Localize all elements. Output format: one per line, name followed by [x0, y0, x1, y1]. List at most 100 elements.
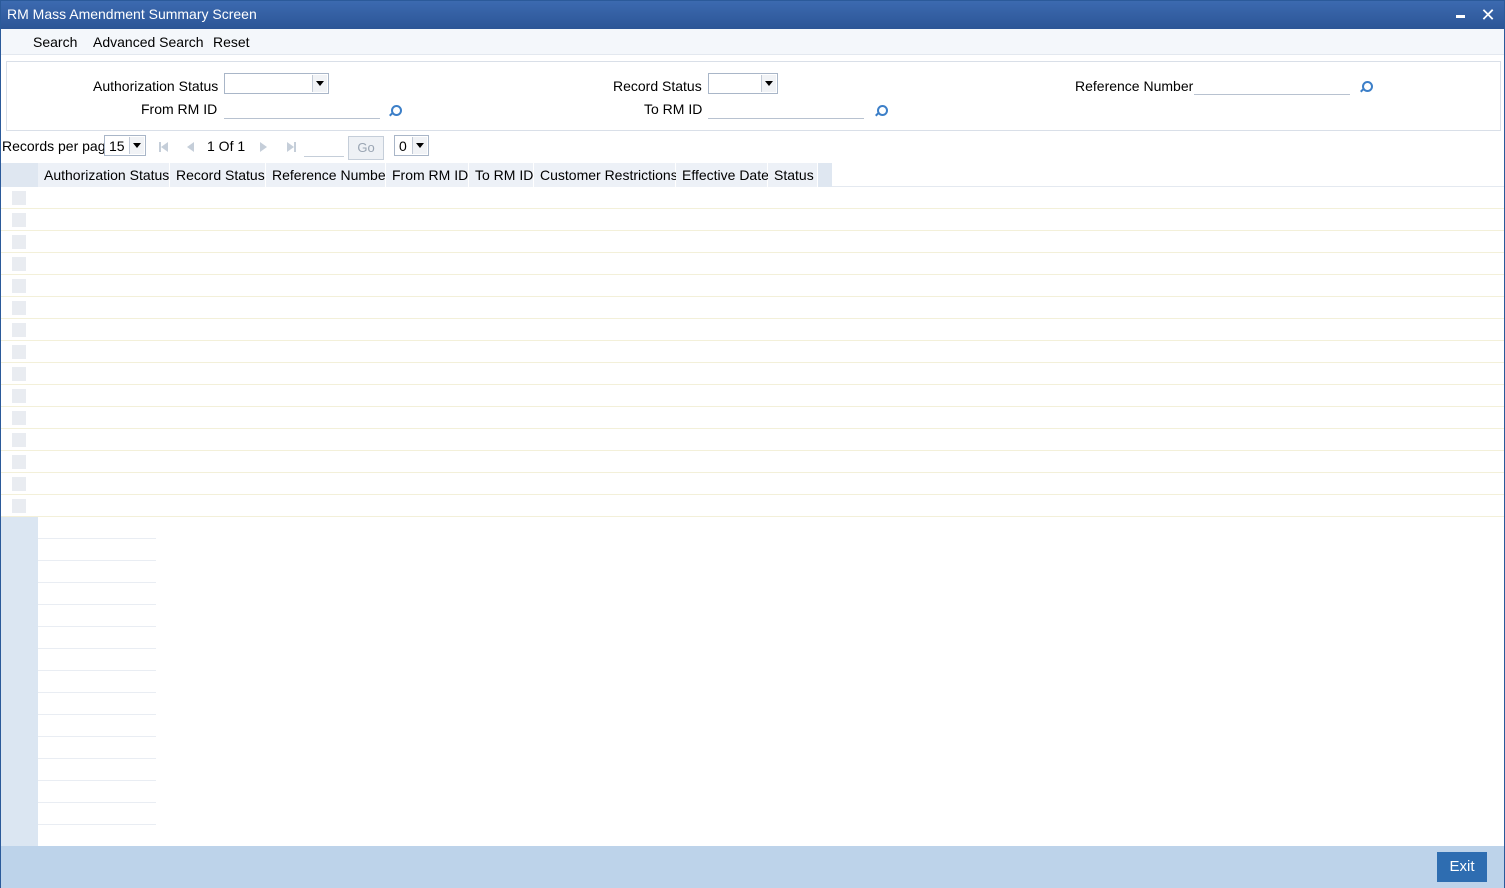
row-checkbox[interactable] [12, 279, 26, 293]
minimize-icon[interactable] [1450, 5, 1470, 25]
filler-row [38, 737, 156, 759]
row-checkbox[interactable] [12, 499, 26, 513]
authorization-status-label: Authorization Status [93, 78, 219, 94]
filler-row [38, 803, 156, 825]
grid-header: Authorization Status Record Status Refer… [1, 163, 1504, 187]
table-row[interactable] [1, 363, 1504, 385]
previous-page-icon[interactable] [184, 141, 196, 153]
to-rm-id-label: To RM ID [644, 101, 703, 117]
menu-bar: Search Advanced Search Reset [1, 29, 1504, 55]
filler-row [38, 539, 156, 561]
record-status-select[interactable] [708, 73, 778, 94]
records-per-page-label: Records per page [2, 138, 114, 154]
filler-row [38, 693, 156, 715]
table-row[interactable] [1, 253, 1504, 275]
row-checkbox[interactable] [12, 367, 26, 381]
page-select[interactable]: 0 [394, 135, 429, 156]
table-row[interactable] [1, 319, 1504, 341]
chevron-down-icon [129, 137, 144, 154]
row-checkbox[interactable] [12, 455, 26, 469]
column-header[interactable]: Status [768, 163, 818, 187]
go-button[interactable]: Go [348, 136, 384, 160]
row-checkbox[interactable] [12, 257, 26, 271]
row-checkbox[interactable] [12, 323, 26, 337]
records-per-page-value: 15 [109, 138, 125, 154]
row-checkbox[interactable] [12, 345, 26, 359]
filler-row [38, 583, 156, 605]
advanced-search-menu-item[interactable]: Advanced Search [93, 34, 204, 50]
column-header[interactable]: Record Status [170, 163, 266, 187]
column-header-end [818, 163, 832, 187]
filler-row [38, 517, 156, 539]
filler-row [38, 781, 156, 803]
row-checkbox[interactable] [12, 389, 26, 403]
select-all-column[interactable] [1, 163, 38, 187]
column-header[interactable]: To RM ID [469, 163, 534, 187]
authorization-status-select[interactable] [224, 73, 329, 94]
row-checkbox[interactable] [12, 477, 26, 491]
table-row[interactable] [1, 231, 1504, 253]
table-row[interactable] [1, 275, 1504, 297]
window-title: RM Mass Amendment Summary Screen [7, 6, 257, 22]
filler-row [38, 759, 156, 781]
filler-row [38, 605, 156, 627]
filler-row [38, 627, 156, 649]
record-status-label: Record Status [613, 78, 702, 94]
column-header[interactable]: From RM ID [386, 163, 469, 187]
from-rm-id-search-icon[interactable] [387, 104, 402, 118]
table-row[interactable] [1, 187, 1504, 209]
pagination-bar: Records per page 15 1 Of 1 Go 0 [1, 133, 1504, 161]
from-rm-id-label: From RM ID [141, 101, 218, 117]
records-per-page-select[interactable]: 15 [104, 135, 146, 156]
filler-row [38, 715, 156, 737]
search-criteria-panel: Authorization Status Record Status Refer… [6, 61, 1501, 131]
table-row[interactable] [1, 451, 1504, 473]
next-page-icon[interactable] [257, 141, 269, 153]
table-row[interactable] [1, 385, 1504, 407]
reset-menu-item[interactable]: Reset [213, 34, 250, 50]
table-row[interactable] [1, 495, 1504, 517]
filler-row [38, 825, 156, 847]
table-row[interactable] [1, 473, 1504, 495]
footer-bar: Exit [1, 846, 1504, 888]
to-rm-id-input[interactable] [708, 99, 864, 119]
row-checkbox[interactable] [12, 433, 26, 447]
table-row[interactable] [1, 429, 1504, 451]
title-bar: RM Mass Amendment Summary Screen ✕ [1, 1, 1504, 29]
filler-row [38, 649, 156, 671]
to-rm-id-search-icon[interactable] [873, 104, 888, 118]
row-checkbox[interactable] [12, 235, 26, 249]
page-select-value: 0 [399, 138, 407, 154]
table-row[interactable] [1, 341, 1504, 363]
goto-page-input[interactable] [304, 137, 344, 157]
chevron-down-icon [412, 137, 427, 154]
summary-window: RM Mass Amendment Summary Screen ✕ Searc… [0, 0, 1505, 888]
reference-number-search-icon[interactable] [1358, 80, 1373, 94]
reference-number-label: Reference Number [1075, 78, 1194, 94]
row-checkbox[interactable] [12, 301, 26, 315]
chevron-down-icon [761, 75, 776, 92]
exit-button[interactable]: Exit [1437, 852, 1487, 882]
table-row[interactable] [1, 297, 1504, 319]
last-page-icon[interactable] [285, 141, 297, 153]
page-info: 1 Of 1 [207, 138, 246, 154]
from-rm-id-input[interactable] [224, 99, 380, 119]
column-header[interactable]: Authorization Status [38, 163, 170, 187]
grid-filler-column [1, 517, 38, 846]
column-header[interactable]: Reference Number [266, 163, 390, 187]
column-header[interactable]: Effective Date [676, 163, 769, 187]
results-grid: Authorization Status Record Status Refer… [1, 163, 1504, 847]
close-icon[interactable]: ✕ [1478, 5, 1498, 25]
filler-row [38, 561, 156, 583]
first-page-icon[interactable] [158, 141, 170, 153]
filler-row [38, 671, 156, 693]
row-checkbox[interactable] [12, 213, 26, 227]
table-row[interactable] [1, 407, 1504, 429]
reference-number-input[interactable] [1194, 75, 1350, 95]
table-row[interactable] [1, 209, 1504, 231]
row-checkbox[interactable] [12, 191, 26, 205]
search-menu-item[interactable]: Search [33, 34, 77, 50]
column-header[interactable]: Customer Restrictions [534, 163, 678, 187]
row-checkbox[interactable] [12, 411, 26, 425]
chevron-down-icon [312, 75, 327, 92]
